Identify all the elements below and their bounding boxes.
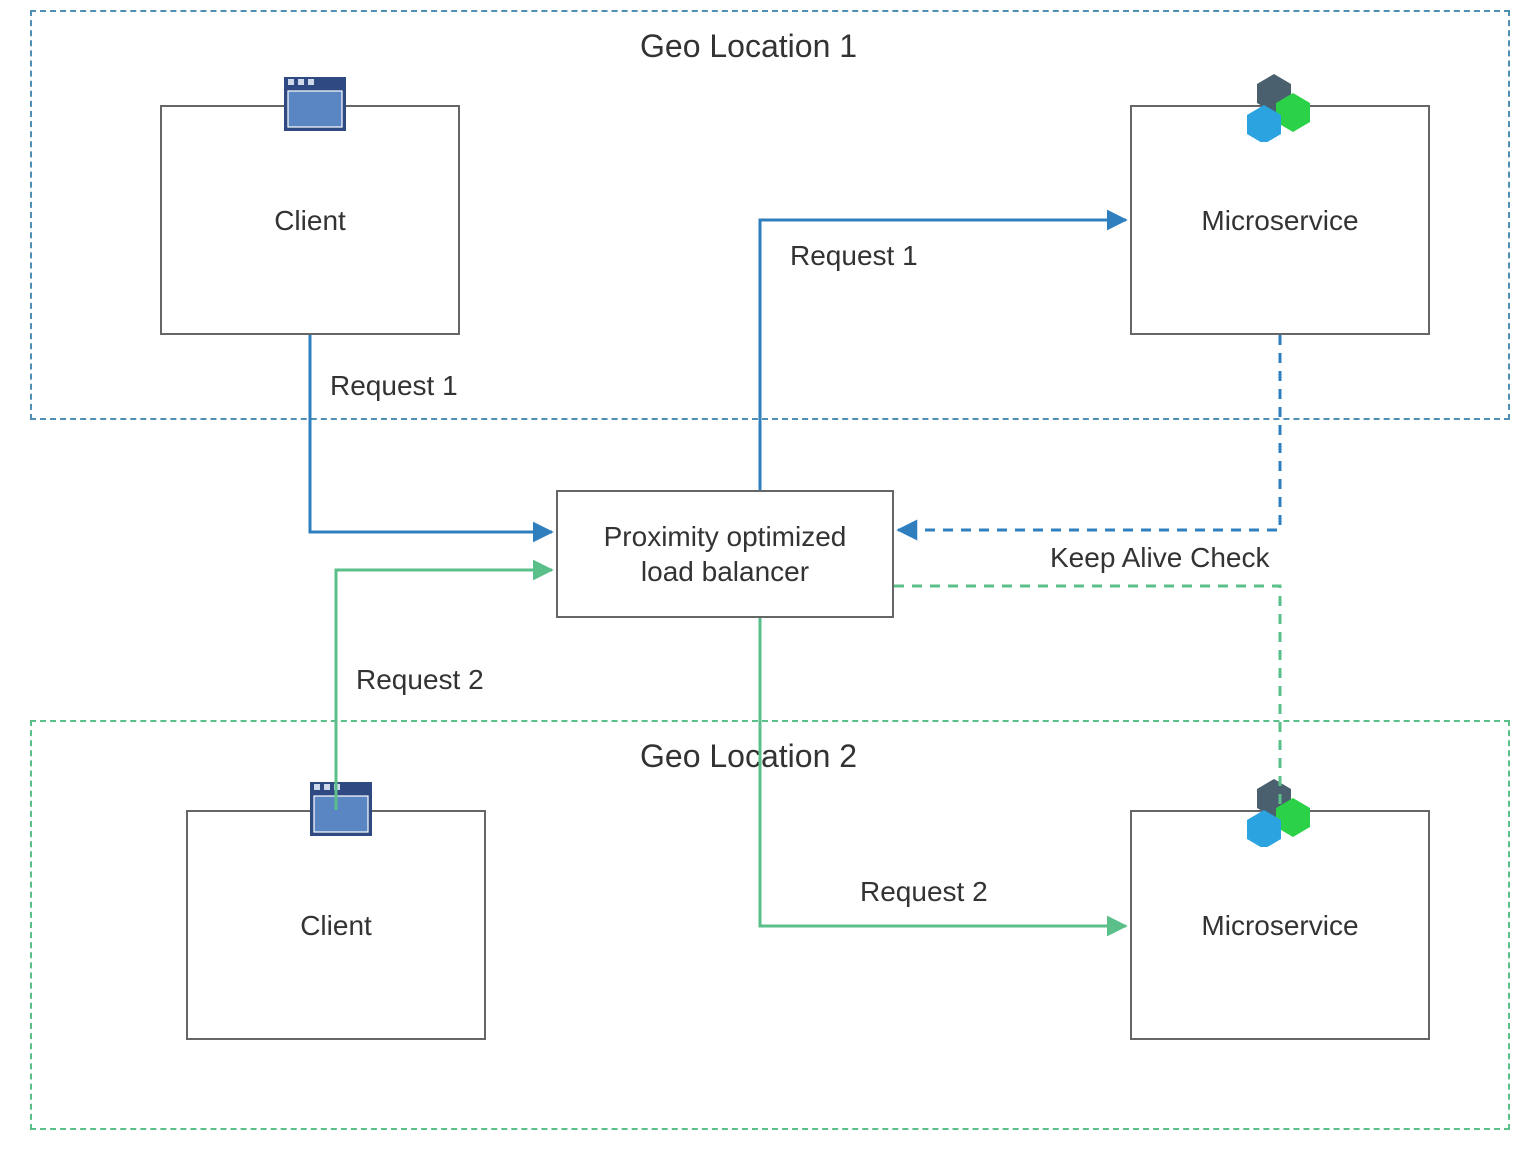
microservice-icon <box>1244 72 1324 142</box>
client-icon <box>310 782 372 836</box>
load-balancer-label: Proximity optimized load balancer <box>604 519 847 589</box>
edge-label-keepalive: Keep Alive Check <box>1050 542 1269 574</box>
region-title-1: Geo Location 1 <box>640 28 857 65</box>
client-label: Client <box>300 908 372 943</box>
edge-label-request2-a: Request 2 <box>356 664 484 696</box>
microservice-label: Microservice <box>1201 203 1358 238</box>
client-label: Client <box>274 203 346 238</box>
client-box-2: Client <box>186 810 486 1040</box>
edge-label-request1-b: Request 1 <box>790 240 918 272</box>
load-balancer-box: Proximity optimized load balancer <box>556 490 894 618</box>
edge-label-request2-b: Request 2 <box>860 876 988 908</box>
client-icon <box>284 77 346 131</box>
microservice-label: Microservice <box>1201 908 1358 943</box>
edge-label-request1-a: Request 1 <box>330 370 458 402</box>
microservice-icon <box>1244 777 1324 847</box>
region-title-2: Geo Location 2 <box>640 738 857 775</box>
client-box-1: Client <box>160 105 460 335</box>
